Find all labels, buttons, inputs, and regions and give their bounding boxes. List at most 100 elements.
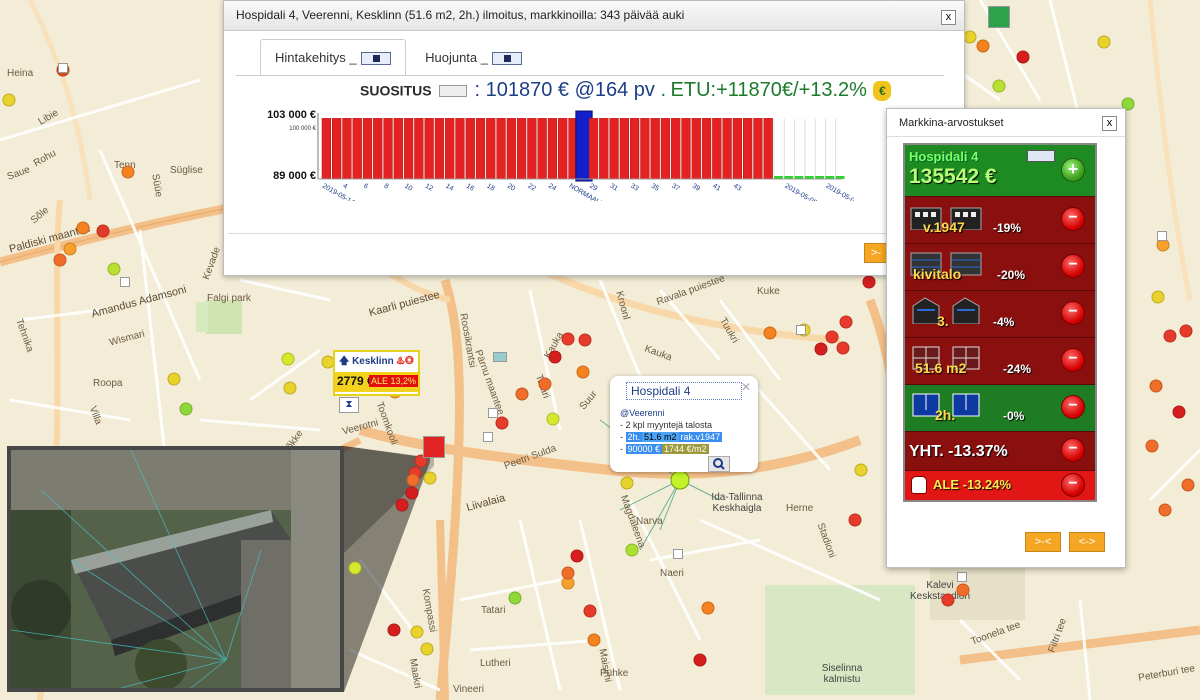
poi-icon[interactable] [957,572,967,582]
building-marker-icon[interactable] [988,6,1010,28]
street-label: Narva [636,516,663,527]
listing-marker[interactable] [814,342,828,356]
listing-marker[interactable] [495,416,509,430]
listing-marker[interactable] [76,221,90,235]
listing-marker[interactable] [410,625,424,639]
listing-marker[interactable] [1097,35,1111,49]
tab-label: Hintakehitys _ [275,50,357,65]
listing-marker[interactable] [576,365,590,379]
popup-title[interactable]: Hospidali 4 [626,382,742,400]
listing-marker[interactable] [570,549,584,563]
panel-titlebar[interactable]: Markkina-arvostukset x [887,109,1125,137]
listing-marker[interactable] [405,486,419,500]
chart-bar [547,118,558,180]
listing-marker[interactable] [693,653,707,667]
listing-marker[interactable] [854,463,868,477]
remove-button[interactable]: − [1061,254,1085,278]
listing-marker[interactable] [578,333,592,347]
close-button[interactable]: x [941,10,956,25]
chart-bar [588,118,599,180]
remove-button[interactable]: − [1061,438,1085,462]
close-button[interactable]: x [1102,116,1117,131]
listing-marker[interactable] [423,471,437,485]
remove-button[interactable]: − [1061,473,1085,497]
listing-marker[interactable] [701,601,715,615]
listing-marker[interactable] [63,242,77,256]
remove-button[interactable]: − [1061,348,1085,372]
listing-marker[interactable] [107,262,121,276]
listing-marker[interactable] [2,93,16,107]
listing-marker[interactable] [583,604,597,618]
remove-button[interactable]: − [1061,395,1085,419]
listing-marker[interactable] [941,593,955,607]
listing-marker[interactable] [848,513,862,527]
up-arrow-icon: 🡅 [339,356,350,367]
listing-marker[interactable] [956,583,970,597]
collapse-button[interactable]: >-< [1025,532,1061,552]
listing-marker[interactable] [763,326,777,340]
listing-marker[interactable] [281,352,295,366]
poi-icon[interactable] [796,325,806,335]
poi-icon[interactable] [488,408,498,418]
listing-marker[interactable] [348,561,362,575]
listing-marker[interactable] [508,591,522,605]
popup-close-button[interactable]: ✕ [741,380,751,394]
listing-marker[interactable] [395,498,409,512]
poi-icon[interactable] [58,63,68,73]
tab-hintakehitys[interactable]: Hintakehitys _ [260,39,406,75]
remove-button[interactable]: − [1061,207,1085,231]
listing-marker[interactable] [625,543,639,557]
listing-marker[interactable] [1016,50,1030,64]
listing-marker[interactable] [1163,329,1177,343]
listing-marker[interactable] [839,315,853,329]
building-marker-icon[interactable] [423,436,445,458]
listing-marker[interactable] [548,350,562,364]
listing-marker[interactable] [1149,379,1163,393]
poi-icon[interactable] [1157,231,1167,241]
district-price-box[interactable]: 🡅 Kesklinn ♨◎ 2779 €/m2 ALE 13,2% [333,350,420,396]
poi-icon[interactable] [483,432,493,442]
listing-marker[interactable] [1179,324,1193,338]
listing-marker[interactable] [538,377,552,391]
listing-marker[interactable] [620,476,634,490]
listing-marker[interactable] [53,253,67,267]
listing-marker[interactable] [167,372,181,386]
listing-marker[interactable] [546,412,560,426]
tab-huojunta[interactable]: Huojunta _ [410,39,537,75]
listing-marker[interactable] [96,224,110,238]
listing-marker[interactable] [963,30,977,44]
listing-marker[interactable] [387,623,401,637]
listing-marker[interactable] [561,332,575,346]
search-icon[interactable] [439,84,468,97]
add-button[interactable]: + [1061,158,1085,182]
zoom-in-button[interactable] [708,456,730,472]
next-button[interactable]: >- [864,243,888,263]
listing-marker[interactable] [1172,405,1186,419]
listing-marker[interactable] [1145,439,1159,453]
listing-marker[interactable] [1158,503,1172,517]
poi-icon[interactable] [673,549,683,559]
listing-marker[interactable] [1181,478,1195,492]
listing-marker[interactable] [283,381,297,395]
listing-marker[interactable] [420,642,434,656]
popup-details: - 2h. 51.6 m2 rak.v1947 [620,432,723,442]
chart-icon[interactable] [1027,150,1055,162]
listing-marker[interactable] [587,633,601,647]
listing-marker[interactable] [561,566,575,580]
expand-button[interactable]: <-> [1069,532,1105,552]
listing-marker[interactable] [992,79,1006,93]
benefit-value: ETU:+11870€/+13.2% [670,79,867,101]
listing-marker[interactable] [976,39,990,53]
hourglass-icon[interactable]: ⧗ [339,397,359,413]
listing-marker[interactable] [121,165,135,179]
remove-button[interactable]: − [1061,301,1085,325]
listing-marker[interactable] [825,330,839,344]
panel-titlebar[interactable]: Hospidali 4, Veerenni, Kesklinn (51.6 m2… [224,1,964,31]
listing-marker[interactable] [179,402,193,416]
listing-marker[interactable] [1151,290,1165,304]
listing-marker[interactable] [862,275,876,289]
listing-marker[interactable] [836,341,850,355]
listing-marker[interactable] [515,387,529,401]
poi-icon[interactable] [120,277,130,287]
listing-marker[interactable] [406,473,420,487]
